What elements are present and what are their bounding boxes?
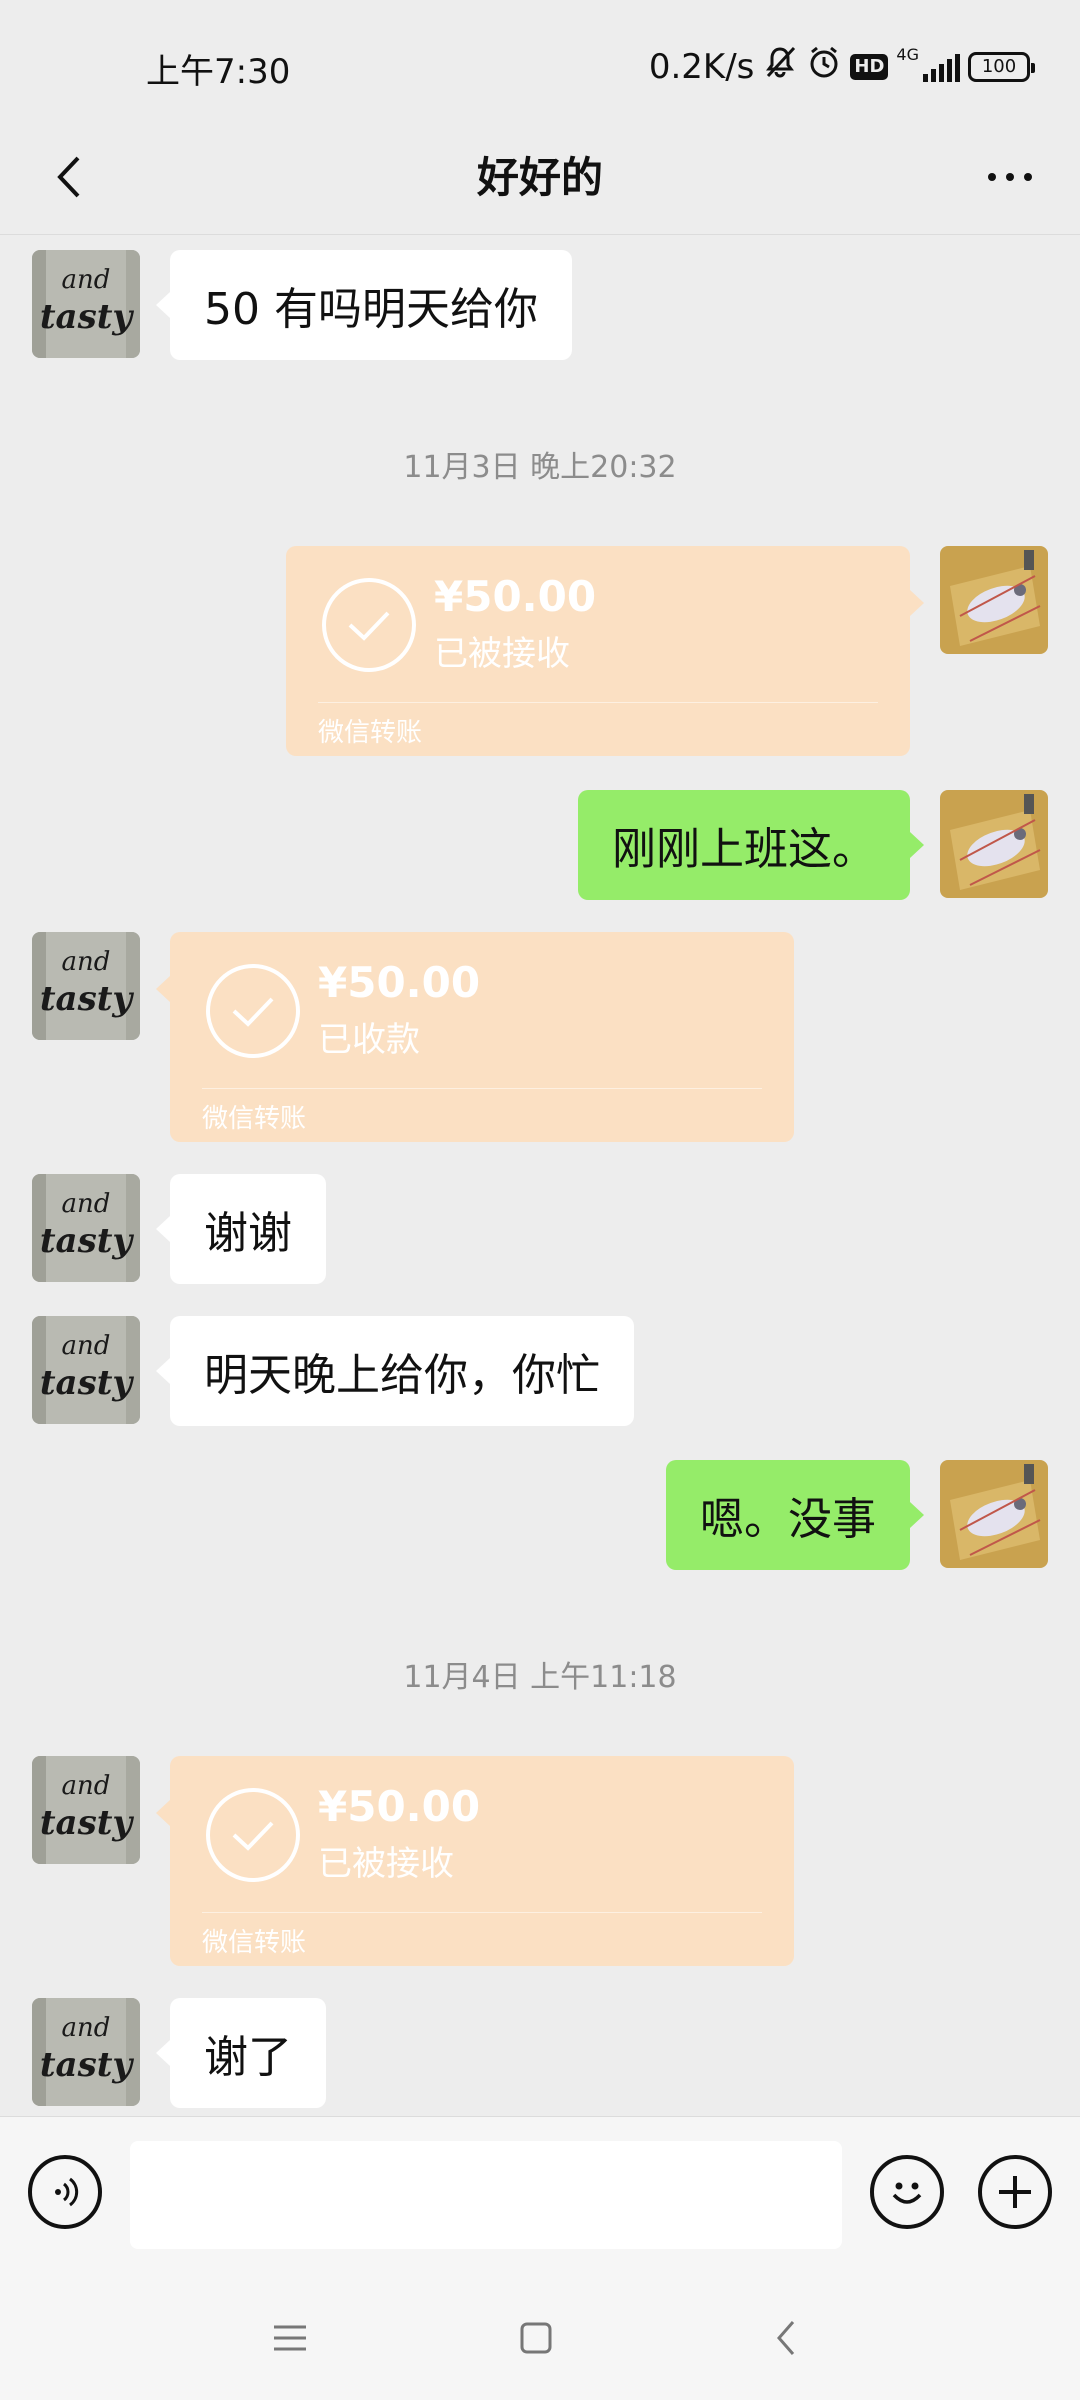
smiley-icon: [892, 2182, 922, 2204]
message-bubble[interactable]: 嗯。没事: [666, 1460, 924, 1570]
message-row: and tasty ¥50.00 已被接收 微信转账: [0, 1756, 1080, 1966]
message-timestamp: 11月4日 上午11:18: [403, 1660, 677, 1695]
svg-text:tasty: tasty: [40, 2045, 135, 2085]
svg-text:and: and: [62, 2013, 111, 2043]
svg-text:tasty: tasty: [40, 1363, 135, 1403]
status-icons: 0.2K/s HD 4G 100: [648, 44, 1035, 89]
message-bubble[interactable]: 明天晚上给你，你忙: [156, 1316, 634, 1426]
message-row: ¥50.00 已被接收 微信转账: [0, 546, 1080, 756]
message-row: and tasty 谢谢: [0, 1174, 1080, 1284]
more-dot-icon: [1024, 173, 1032, 181]
message-input[interactable]: [130, 2141, 842, 2249]
voice-input-button[interactable]: [28, 2155, 102, 2229]
more-button[interactable]: [970, 137, 1050, 217]
divider: [202, 1912, 762, 1913]
home-button[interactable]: [506, 2308, 566, 2368]
contact-avatar[interactable]: and tasty: [32, 1756, 140, 1864]
chat-title: 好好的: [476, 153, 603, 202]
triangle-back-icon: [777, 2321, 795, 2355]
chevron-left-icon: [57, 156, 80, 198]
transfer-label: 微信转账: [202, 1104, 307, 1134]
status-bar: 上午7:30 0.2K/s HD 4G 100: [0, 0, 1080, 130]
check-circle-icon: [322, 578, 416, 672]
signal-icon: [923, 52, 960, 82]
alarm-icon: [806, 44, 842, 89]
menu-button[interactable]: [260, 2308, 320, 2368]
contact-avatar[interactable]: and tasty: [32, 1174, 140, 1282]
svg-text:tasty: tasty: [40, 979, 135, 1019]
contact-avatar[interactable]: and tasty: [32, 932, 140, 1040]
svg-text:and: and: [62, 1771, 111, 1801]
message-list[interactable]: and tasty 50 有吗明天给你 11月3日 晚上20:32 ¥50.00 …: [0, 236, 1080, 2116]
message-row: and tasty 明天晚上给你，你忙: [0, 1316, 1080, 1426]
message-bubble[interactable]: 刚刚上班这。: [578, 790, 924, 900]
more-actions-button[interactable]: [978, 2155, 1052, 2229]
svg-text:and: and: [62, 1331, 111, 1361]
check-circle-icon: [206, 964, 300, 1058]
message-bubble[interactable]: 50 有吗明天给你: [156, 250, 572, 360]
mute-bell-icon: [762, 44, 798, 89]
message-bubble[interactable]: 谢了: [156, 1998, 326, 2108]
transfer-amount: ¥50.00: [318, 958, 481, 1007]
contact-avatar[interactable]: and tasty: [32, 1998, 140, 2106]
self-avatar[interactable]: [940, 1460, 1048, 1568]
emoji-button[interactable]: [870, 2155, 944, 2229]
message-row: and tasty 50 有吗明天给你: [0, 250, 1080, 360]
svg-text:and: and: [62, 947, 111, 977]
battery-icon: 100: [968, 51, 1035, 82]
transfer-card[interactable]: ¥50.00 已被接收 微信转账: [286, 546, 924, 756]
more-dot-icon: [1006, 173, 1014, 181]
network-speed: 0.2K/s: [648, 46, 755, 87]
contact-avatar[interactable]: and tasty: [32, 1316, 140, 1424]
transfer-status: 已被接收: [434, 634, 570, 674]
menu-icon: [274, 2325, 306, 2351]
transfer-status: 已收款: [318, 1020, 420, 1060]
svg-text:tasty: tasty: [40, 1221, 135, 1261]
svg-text:tasty: tasty: [40, 297, 135, 337]
contact-avatar[interactable]: and tasty: [32, 250, 140, 358]
square-icon: [520, 2322, 552, 2354]
message-row: 刚刚上班这。: [0, 790, 1080, 900]
transfer-label: 微信转账: [318, 718, 423, 748]
transfer-amount: ¥50.00: [434, 572, 597, 621]
svg-text:and: and: [62, 1189, 111, 1219]
divider: [202, 1088, 762, 1089]
transfer-label: 微信转账: [202, 1928, 307, 1958]
network-type: 4G: [896, 45, 919, 64]
status-time: 上午7:30: [146, 52, 291, 92]
self-avatar[interactable]: [940, 790, 1048, 898]
transfer-card[interactable]: ¥50.00 已被接收 微信转账: [156, 1756, 794, 1966]
svg-text:and: and: [62, 265, 111, 295]
plus-icon: [999, 2176, 1031, 2208]
voice-wave-icon: [55, 2177, 79, 2207]
message-bubble[interactable]: 谢谢: [156, 1174, 326, 1284]
system-back-button[interactable]: [756, 2308, 816, 2368]
divider: [318, 702, 878, 703]
input-bar: [0, 2116, 1080, 2278]
transfer-status: 已被接收: [318, 1844, 454, 1884]
chat-header: 好好的: [0, 115, 1080, 235]
message-row: and tasty 谢了: [0, 1998, 1080, 2108]
check-circle-icon: [206, 1788, 300, 1882]
hd-badge: HD: [850, 53, 889, 80]
svg-text:tasty: tasty: [40, 1803, 135, 1843]
back-button[interactable]: [30, 137, 110, 217]
message-timestamp: 11月3日 晚上20:32: [403, 450, 677, 485]
message-row: 嗯。没事: [0, 1460, 1080, 1570]
message-row: and tasty ¥50.00 已收款 微信转账: [0, 932, 1080, 1142]
system-navigation-bar: [0, 2278, 1080, 2400]
transfer-card[interactable]: ¥50.00 已收款 微信转账: [156, 932, 794, 1142]
self-avatar[interactable]: [940, 546, 1048, 654]
transfer-amount: ¥50.00: [318, 1782, 481, 1831]
more-dot-icon: [988, 173, 996, 181]
